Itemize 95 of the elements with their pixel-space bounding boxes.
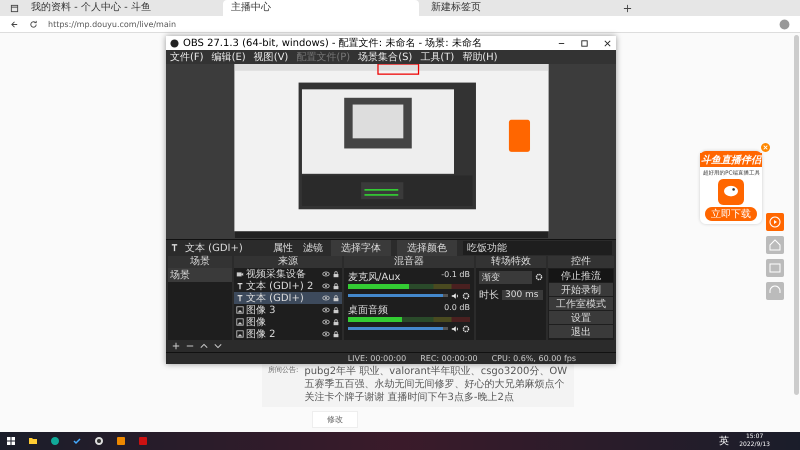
folder-icon[interactable] (28, 436, 38, 446)
dock-title: 来源 (234, 256, 342, 268)
source-item[interactable]: 图像 (234, 316, 342, 328)
text-icon (236, 294, 244, 302)
source-name: 视频采集设备 (246, 268, 307, 280)
source-item[interactable]: 图像 2 (234, 328, 342, 340)
source-item[interactable]: 文本 (GDI+) (234, 292, 342, 304)
image-icon (236, 306, 244, 314)
source-name: 图像 2 (246, 328, 277, 341)
status-text: LIVE: 00:00:00 (348, 354, 406, 364)
lock-icon[interactable] (332, 294, 340, 302)
duration-field[interactable]: 300 ms (502, 290, 543, 300)
up-icon[interactable] (200, 342, 208, 350)
text-icon (170, 243, 179, 252)
menu-item[interactable]: 编辑(E) (212, 50, 246, 64)
down-icon[interactable] (214, 342, 222, 350)
eye-icon[interactable] (322, 318, 330, 326)
speaker-icon[interactable] (451, 324, 459, 333)
settings-icon[interactable] (462, 324, 470, 333)
maximize-icon[interactable] (580, 38, 589, 48)
settings-icon[interactable] (462, 292, 470, 300)
control-button[interactable]: 设置 (549, 310, 613, 324)
toolbar-button[interactable]: 选择字体 (331, 240, 391, 256)
filters-button[interactable]: 滤镜 (301, 240, 325, 255)
promo-title: 斗鱼直播伴侣 (700, 153, 762, 167)
lock-icon[interactable] (332, 318, 340, 326)
windows-icon[interactable] (6, 436, 16, 446)
eye-icon[interactable] (322, 330, 330, 338)
duration-label: 时长 (479, 288, 499, 302)
menu-item[interactable]: 场景集合(S) (358, 50, 412, 64)
lock-icon[interactable] (332, 306, 340, 314)
profile-avatar-icon[interactable] (779, 18, 790, 30)
edit-button[interactable]: 修改 (312, 411, 358, 428)
channel-reading: -0.1 dB (441, 270, 470, 281)
text-icon (236, 282, 244, 290)
image-icon (236, 330, 244, 338)
address-field[interactable]: https://mp.douyu.com/live/main (48, 20, 769, 28)
scene-item[interactable]: 场景 (168, 268, 232, 282)
lock-icon[interactable] (332, 282, 340, 290)
status-text: CPU: 0.6%, 60.00 fps (492, 354, 576, 364)
check-icon[interactable] (72, 436, 82, 446)
control-button[interactable]: 工作室模式 (549, 296, 613, 310)
announcement-text: pubg2年半 职业、valorant半年职业、csgo3200分、OW五赛季五百强、永劫无间无间修罗、好心的大兄弟麻烦点个关注卡个牌子谢谢 直播时间下午3点多-晚上2点 (304, 365, 568, 404)
lock-icon[interactable] (332, 330, 340, 338)
control-button[interactable]: 开始录制 (549, 282, 613, 296)
add-icon[interactable] (172, 342, 180, 350)
source-name: 文本 (GDI+) (185, 242, 244, 255)
settings-icon[interactable] (535, 273, 543, 282)
live-icon[interactable] (766, 213, 784, 231)
new-tab-icon[interactable] (623, 4, 632, 12)
image-icon (236, 318, 244, 326)
browser-tab[interactable]: 主播中心 (223, 0, 419, 16)
text-input-field[interactable]: 吃饭功能 (463, 240, 612, 255)
back-icon[interactable] (10, 20, 19, 28)
speaker-icon[interactable] (451, 292, 459, 300)
control-button[interactable]: 停止推流 (549, 268, 613, 282)
input-method-indicator[interactable]: 英 (719, 434, 730, 448)
toolbar-button[interactable]: 选择颜色 (397, 240, 457, 256)
source-name: 文本 (GDI+) (246, 292, 305, 305)
dock-title: 控件 (548, 256, 614, 268)
control-button[interactable]: 退出 (549, 324, 613, 338)
source-name: 文本 (GDI+) 2 (246, 280, 314, 292)
source-name: 图像 3 (246, 304, 277, 317)
properties-button[interactable]: 属性 (271, 240, 295, 255)
transition-select[interactable]: 渐变 (479, 270, 532, 284)
app-icon[interactable] (116, 436, 126, 446)
browser-tab[interactable]: 新建标签页 (423, 0, 619, 16)
eye-icon[interactable] (322, 306, 330, 314)
channel-reading: 0.0 dB (444, 302, 470, 314)
camera-icon (236, 270, 244, 278)
browser-tab[interactable]: 我的资料 - 个人中心 - 斗鱼 (23, 0, 219, 16)
channel-name: 桌面音频 (348, 304, 388, 317)
source-item[interactable]: 文本 (GDI+) 2 (234, 280, 342, 292)
source-item[interactable]: 视频采集设备 (234, 268, 342, 280)
dock-title: 转场特效 (476, 256, 546, 268)
status-text: REC: 00:00:00 (420, 354, 478, 364)
channel-name: 麦克风/Aux (348, 270, 400, 284)
lock-icon[interactable] (332, 270, 340, 278)
source-item[interactable]: 图像 3 (234, 304, 342, 316)
menu-item[interactable]: 视图(V) (254, 50, 288, 64)
eye-icon[interactable] (322, 270, 330, 278)
dock-title: 混音器 (344, 256, 474, 268)
tab-actions-icon[interactable] (10, 4, 19, 12)
dock-title: 场景 (168, 256, 232, 268)
reload-icon[interactable] (29, 20, 38, 28)
window-title: OBS 27.1.3 (64-bit, windows) - 配置文件: 未命名 - 场景: 未命名 (183, 36, 483, 50)
menu-item[interactable]: 工具(T) (420, 50, 454, 64)
source-name: 图像 (246, 316, 267, 329)
eye-icon[interactable] (322, 282, 330, 290)
app-icon[interactable] (138, 436, 148, 446)
menu-item[interactable]: 帮助(H) (462, 50, 498, 64)
close-icon[interactable] (603, 38, 612, 48)
app-logo-icon (718, 179, 744, 205)
menu-item[interactable]: 文件(F) (170, 50, 204, 64)
eye-icon[interactable] (322, 294, 330, 302)
